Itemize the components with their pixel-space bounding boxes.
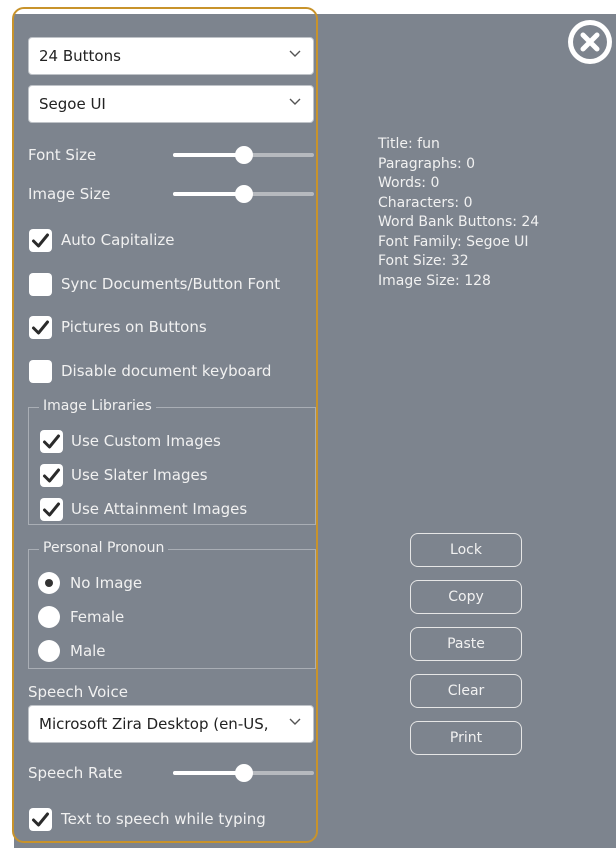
image-size-label: Image Size	[28, 185, 111, 203]
paste-button[interactable]: Paste	[410, 627, 522, 661]
slider-thumb[interactable]	[234, 146, 253, 164]
checkmark-icon	[32, 320, 49, 335]
personal-pronoun-legend: Personal Pronoun	[39, 540, 169, 556]
pronoun-radio-no-image[interactable]	[38, 572, 60, 594]
font-size-label: Font Size	[28, 146, 97, 164]
info-font-size: Font Size: 32	[378, 253, 469, 269]
lock-button[interactable]: Lock	[410, 533, 522, 567]
tts-typing-checkbox[interactable]	[29, 808, 52, 831]
custom-images-label: Use Custom Images	[71, 432, 221, 450]
chevron-down-icon	[289, 50, 301, 57]
info-paragraphs: Paragraphs: 0	[378, 155, 476, 172]
pronoun-label-male: Male	[70, 642, 106, 660]
info-font-family: Font Family: Segoe UI	[378, 233, 529, 250]
chevron-down-icon	[289, 718, 301, 725]
button-count-value: 24 Buttons	[39, 47, 121, 65]
attainment-images-label: Use Attainment Images	[71, 500, 248, 518]
speech-voice-select[interactable]: Microsoft Zira Desktop (en-US,	[28, 705, 314, 743]
info-word-bank: Word Bank Buttons: 24	[378, 214, 540, 230]
checkmark-icon	[32, 812, 49, 827]
pronoun-label-no-image: No Image	[70, 574, 143, 592]
checkmark-icon	[43, 434, 60, 449]
copy-button[interactable]: Copy	[410, 580, 522, 614]
image-size-slider[interactable]	[173, 183, 314, 205]
tts-typing-label: Text to speech while typing	[61, 810, 266, 828]
disable-keyboard-label: Disable document keyboard	[61, 362, 272, 380]
pictures-on-buttons-label: Pictures on Buttons	[61, 318, 207, 336]
image-libraries-legend: Image Libraries	[39, 398, 156, 414]
chevron-down-icon	[289, 98, 301, 105]
close-button[interactable]	[568, 20, 612, 64]
pronoun-radio-male[interactable]	[38, 640, 60, 662]
pronoun-label-female: Female	[70, 608, 125, 626]
checkmark-icon	[32, 233, 49, 248]
info-characters: Characters: 0	[378, 194, 473, 211]
font-size-slider[interactable]	[173, 144, 314, 166]
speech-voice-label: Speech Voice	[28, 683, 128, 701]
auto-capitalize-label: Auto Capitalize	[61, 231, 175, 249]
close-icon	[573, 25, 607, 59]
disable-keyboard-checkbox[interactable]	[29, 360, 52, 383]
auto-capitalize-checkbox[interactable]	[29, 229, 52, 252]
info-image-size: Image Size: 128	[378, 272, 491, 289]
slider-thumb[interactable]	[234, 185, 253, 203]
slater-images-label: Use Slater Images	[71, 466, 208, 484]
custom-images-checkbox[interactable]	[40, 430, 63, 453]
print-button[interactable]: Print	[410, 721, 522, 755]
font-select[interactable]: Segoe UI	[28, 85, 314, 123]
pictures-on-buttons-checkbox[interactable]	[29, 316, 52, 339]
checkmark-icon	[43, 502, 60, 517]
sync-font-checkbox[interactable]	[29, 273, 52, 296]
pronoun-radio-female[interactable]	[38, 606, 60, 628]
slater-images-checkbox[interactable]	[40, 464, 63, 487]
font-select-value: Segoe UI	[39, 95, 106, 113]
slider-thumb[interactable]	[234, 764, 253, 782]
checkmark-icon	[43, 468, 60, 483]
info-title: Title: fun	[378, 136, 440, 152]
speech-voice-value: Microsoft Zira Desktop (en-US,	[39, 715, 269, 733]
button-count-select[interactable]: 24 Buttons	[28, 37, 314, 75]
document-info: Title: fun Paragraphs: 0 Words: 0 Charac…	[378, 135, 539, 291]
clear-button[interactable]: Clear	[410, 674, 522, 708]
sync-font-label: Sync Documents/Button Font	[61, 275, 281, 293]
attainment-images-checkbox[interactable]	[40, 498, 63, 521]
speech-rate-label: Speech Rate	[28, 764, 123, 782]
info-words: Words: 0	[378, 175, 440, 191]
speech-rate-slider[interactable]	[173, 762, 314, 784]
